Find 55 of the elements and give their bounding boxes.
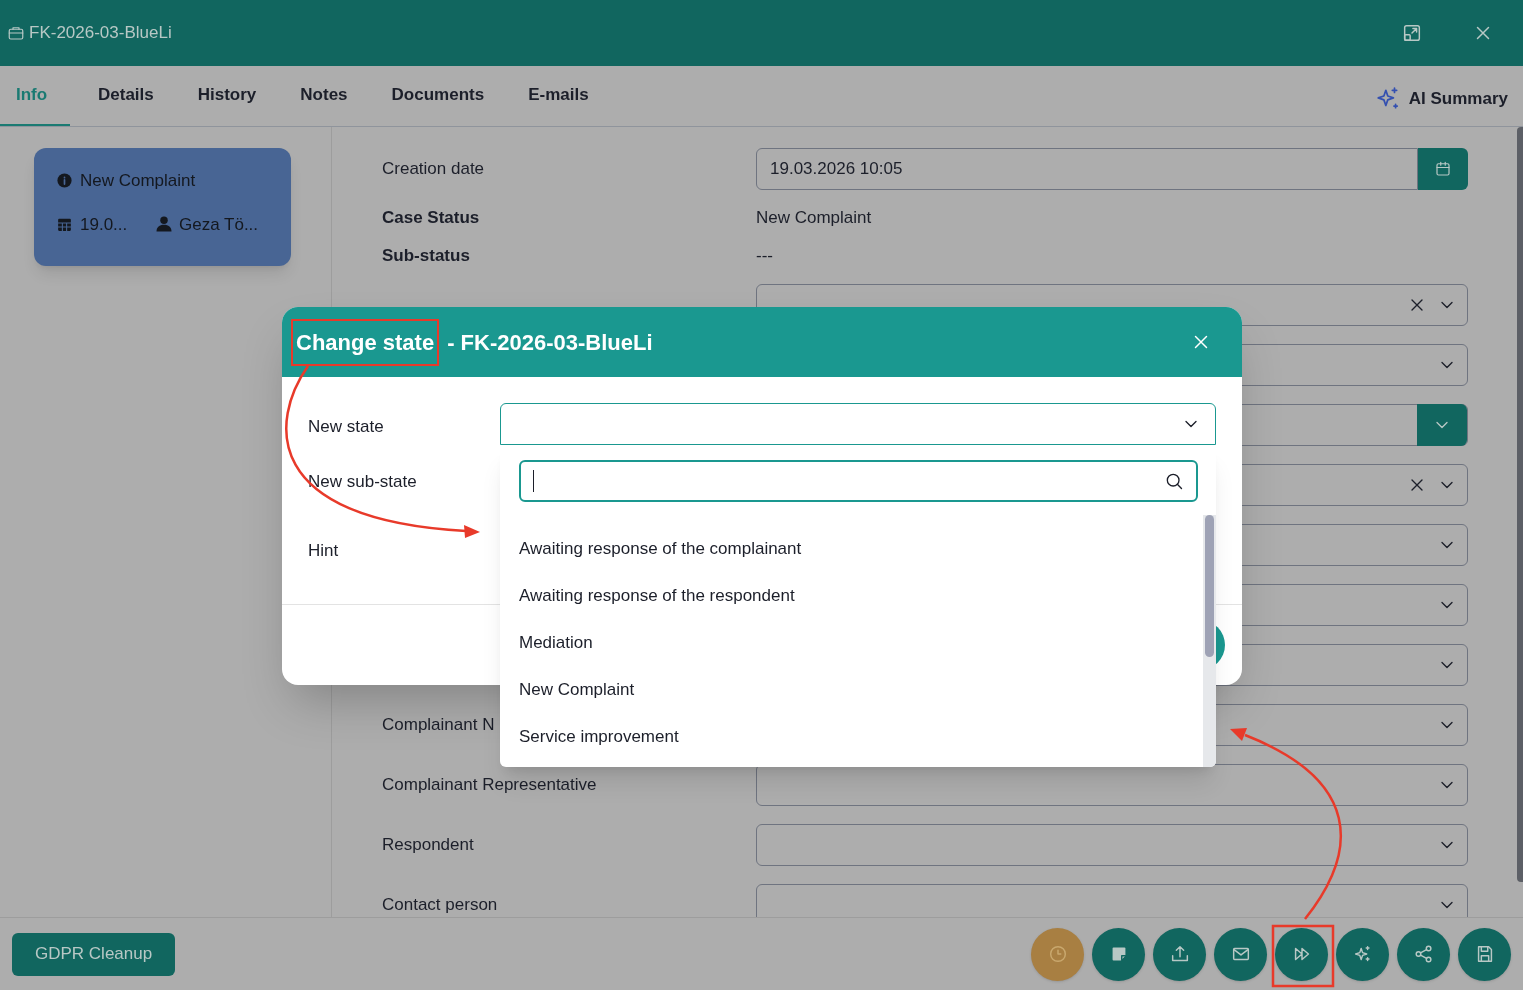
date-field[interactable]: 19.03.2026 10:05 — [756, 148, 1418, 190]
info-icon — [56, 172, 73, 190]
sparkle-button[interactable] — [1336, 927, 1389, 981]
case-status: New Complaint — [80, 170, 196, 192]
annotation-box — [1271, 924, 1335, 988]
person-icon — [155, 215, 173, 234]
dialog-title: Change state — [291, 318, 440, 366]
dialog-label: New sub-state — [308, 471, 417, 493]
tab[interactable]: Details — [82, 66, 170, 126]
briefcase-icon — [7, 24, 25, 42]
tab[interactable]: History — [181, 66, 273, 126]
field-value: New Complaint — [756, 207, 872, 230]
field-label: Case Status — [382, 208, 480, 228]
expand-icon — [1401, 22, 1423, 44]
gdpr-cleanup-button[interactable]: GDPR Cleanup — [12, 932, 176, 976]
dropdown-option[interactable]: New Complaint — [500, 666, 1202, 713]
dialog-label: New state — [308, 416, 384, 438]
field-label: Contact person — [382, 895, 498, 915]
scrollbar-thumb[interactable] — [1205, 515, 1214, 657]
text-cursor — [533, 470, 534, 492]
search-icon — [1164, 471, 1184, 491]
note-button[interactable] — [1092, 927, 1145, 981]
sparkle-icon — [1374, 86, 1401, 112]
share-button[interactable] — [1397, 927, 1450, 981]
case-person: Geza Tö... — [179, 213, 259, 236]
dropdown-option[interactable]: Mediation — [500, 619, 1202, 666]
dialog-case-id: - FK-2026-03-BlueLi — [447, 328, 653, 357]
expand-button[interactable] — [1401, 22, 1423, 44]
dropdown-option[interactable]: Awaiting response of the respondent — [500, 572, 1202, 619]
dropdown-option[interactable]: Service improvement — [500, 713, 1202, 760]
ai-summary-button[interactable]: AI Summary — [1374, 66, 1523, 126]
save-button[interactable] — [1458, 927, 1511, 981]
fast-forward-button[interactable] — [1275, 927, 1328, 981]
case-date: 19.0... — [80, 213, 129, 236]
dropdown-option[interactable]: Awaiting response of the complainant — [500, 525, 1202, 572]
field-label: Creation date — [382, 159, 485, 179]
tab[interactable]: Documents — [375, 66, 501, 126]
window-title: FK-2026-03-BlueLi — [29, 22, 172, 45]
calendar-button[interactable] — [1418, 148, 1468, 190]
select-field[interactable] — [756, 824, 1468, 866]
select-field[interactable] — [756, 884, 1468, 917]
search-field[interactable] — [519, 460, 1198, 502]
field-label: Respondent — [382, 835, 474, 855]
tab[interactable]: Notes — [284, 66, 364, 126]
upload-button[interactable] — [1153, 927, 1206, 981]
new-state-select[interactable] — [500, 403, 1216, 445]
field-label: Complainant Representative — [382, 775, 597, 795]
tab[interactable]: E-mails — [512, 66, 605, 126]
field-label: Sub-status — [382, 246, 470, 266]
dialog-label: Hint — [308, 540, 339, 562]
field-value: --- — [756, 245, 773, 268]
mail-button[interactable] — [1214, 927, 1267, 981]
scrollbar[interactable] — [1517, 127, 1523, 882]
field-label: Complainant N — [382, 715, 495, 735]
calendar-icon — [1434, 160, 1452, 178]
